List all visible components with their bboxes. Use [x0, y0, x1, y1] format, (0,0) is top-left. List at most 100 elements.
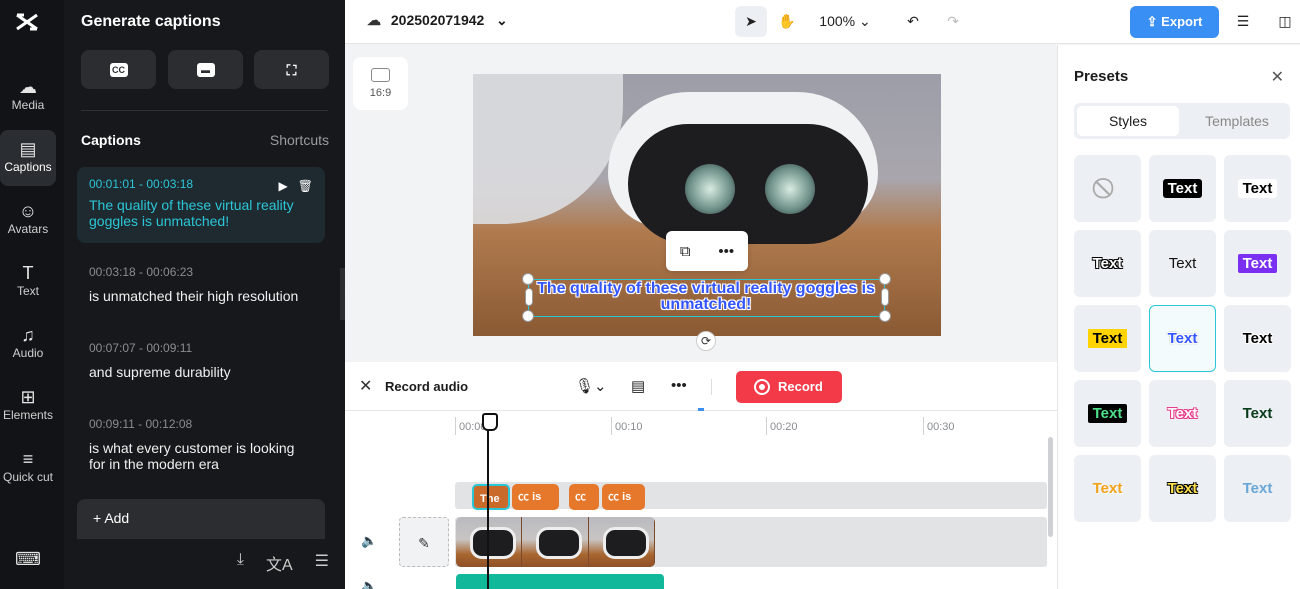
speaker-icon[interactable]: 🔈: [361, 578, 377, 589]
resize-handle[interactable]: [879, 273, 891, 285]
rail-item-text[interactable]: T Text: [0, 262, 56, 320]
timeline[interactable]: 00:00 00:10 00:20 00:30 The ㏄ is ㏄ ㏄ is …: [345, 411, 1057, 589]
tick-mark: [611, 417, 612, 435]
rotate-handle-icon[interactable]: ⟳: [696, 331, 716, 351]
video-clip[interactable]: [456, 517, 655, 567]
close-icon[interactable]: ✕: [359, 376, 372, 396]
shortcuts-link[interactable]: Shortcuts: [270, 132, 329, 148]
caption-item[interactable]: 00:09:11 - 00:12:08 is what every custom…: [77, 407, 325, 482]
style-preset[interactable]: Text: [1224, 155, 1291, 222]
caption-clip[interactable]: ㏄ is: [512, 484, 559, 510]
more-icon[interactable]: •••: [671, 377, 687, 394]
caption-clip[interactable]: The: [472, 484, 510, 510]
caption-item[interactable]: 00:01:01 - 00:03:18 The quality of these…: [77, 167, 325, 243]
layers-button[interactable]: ☰: [1231, 6, 1255, 37]
elements-icon: ⊞: [20, 387, 36, 407]
tab-templates[interactable]: Templates: [1186, 106, 1288, 136]
scrollbar[interactable]: [1048, 437, 1053, 537]
caption-text[interactable]: and supreme durability: [89, 364, 313, 380]
presets-title: Presets: [1074, 68, 1129, 85]
rail-item-elements[interactable]: ⊞ Elements: [0, 386, 56, 444]
caption-text[interactable]: The quality of these virtual reality gog…: [89, 197, 313, 229]
layers-icon: ☰: [1236, 13, 1250, 29]
rail-item-avatars[interactable]: ☺ Avatars: [0, 200, 56, 258]
close-icon[interactable]: ✕: [1271, 67, 1284, 87]
music-icon: ♫: [21, 325, 35, 345]
rail-item-media[interactable]: ☁ Media: [0, 76, 56, 134]
caption-clip[interactable]: ㏄ is: [602, 484, 645, 510]
captions-toggle-icon[interactable]: ▤: [631, 377, 645, 395]
aspect-ratio-label: 16:9: [369, 87, 392, 99]
style-preset[interactable]: Text: [1224, 455, 1291, 522]
style-preset[interactable]: Text: [1224, 305, 1291, 372]
style-preset[interactable]: Text: [1224, 380, 1291, 447]
keyboard-shortcuts-button[interactable]: ⌨: [0, 548, 56, 572]
edit-cover-button[interactable]: ✎: [399, 517, 449, 567]
vr-lens-right: [765, 164, 815, 214]
upload-icon: ⇪: [1146, 14, 1158, 29]
project-title[interactable]: ☁ 202502071942 ⌄: [367, 12, 508, 29]
rail-item-captions[interactable]: ▤ Captions: [0, 130, 56, 186]
rail-item-audio[interactable]: ♫ Audio: [0, 324, 56, 382]
search-list-icon[interactable]: ☰: [315, 551, 329, 575]
resize-handle[interactable]: [525, 288, 533, 306]
caption-item[interactable]: 00:07:07 - 00:09:11 and supreme durabili…: [77, 331, 325, 390]
microphone-icon[interactable]: 🎙⌄: [575, 377, 607, 395]
video-thumbnail: [522, 517, 589, 567]
redo-button[interactable]: ↷: [941, 6, 965, 37]
canvas-area: 16:9 The quality of these virtual realit…: [345, 45, 1057, 362]
tab-styles[interactable]: Styles: [1077, 106, 1179, 136]
resize-handle[interactable]: [879, 310, 891, 322]
zoom-dropdown[interactable]: 100% ⌄: [817, 6, 873, 37]
export-button[interactable]: ⇪ Export: [1130, 6, 1219, 38]
style-preset[interactable]: Text: [1074, 230, 1141, 297]
style-preset[interactable]: Text: [1074, 380, 1141, 447]
style-preset[interactable]: Text: [1224, 230, 1291, 297]
rail-item-quick-cut[interactable]: ≡ Quick cut: [2, 448, 54, 506]
trash-icon[interactable]: 🗑: [298, 179, 313, 193]
play-icon[interactable]: ▶: [279, 179, 288, 193]
tick-mark: [455, 417, 456, 435]
translate-icon[interactable]: 文A: [266, 551, 293, 575]
tick-label: 00:20: [770, 421, 798, 433]
style-preset[interactable]: Text: [1149, 380, 1216, 447]
caption-item[interactable]: 00:03:18 - 00:06:23 is unmatched their h…: [77, 255, 325, 314]
add-caption-button[interactable]: + Add: [77, 499, 325, 539]
vr-lens-left: [685, 164, 735, 214]
style-preset[interactable]: Text: [1074, 305, 1141, 372]
style-preset-sample: Text: [1242, 330, 1273, 347]
aspect-ratio-button[interactable]: 16:9: [353, 57, 408, 110]
style-preset-selected[interactable]: Text: [1149, 305, 1216, 372]
style-preset[interactable]: Text: [1149, 455, 1216, 522]
record-button[interactable]: Record: [736, 371, 842, 403]
toggle-panel-button[interactable]: ◫: [1272, 6, 1298, 37]
caption-text[interactable]: is what every customer is looking for in…: [89, 440, 313, 472]
style-preset[interactable]: Text: [1149, 155, 1216, 222]
speaker-icon[interactable]: 🔈: [361, 533, 377, 549]
duplicate-icon[interactable]: ⧉: [680, 243, 691, 260]
subtitle-icon: ▬: [196, 62, 215, 77]
hand-tool-button[interactable]: ✋: [773, 6, 801, 37]
manual-captions-button[interactable]: ▬: [168, 50, 243, 89]
style-preset-sample: Text: [1092, 255, 1123, 272]
caption-clip[interactable]: ㏄: [569, 484, 599, 510]
resize-handle[interactable]: [522, 273, 534, 285]
undo-button[interactable]: ↶: [901, 6, 925, 37]
playhead[interactable]: [482, 413, 498, 589]
download-icon[interactable]: ⤓: [237, 551, 244, 575]
style-preset[interactable]: Text: [1149, 230, 1216, 297]
caption-text[interactable]: is unmatched their high resolution: [89, 288, 313, 304]
caption-controls: ▶ 🗑: [279, 179, 313, 193]
record-icon: [754, 379, 770, 395]
resize-handle[interactable]: [881, 288, 889, 306]
select-tool-button[interactable]: ➤: [735, 6, 767, 37]
cc-icon: ㏄: [575, 491, 586, 503]
auto-captions-button[interactable]: CC: [81, 50, 156, 89]
add-caption-label: Add: [104, 510, 130, 526]
style-none[interactable]: ⃠: [1074, 155, 1141, 222]
text-icon: T: [22, 263, 34, 283]
resize-handle[interactable]: [522, 310, 534, 322]
style-preset[interactable]: Text: [1074, 455, 1141, 522]
more-icon[interactable]: •••: [718, 243, 734, 260]
scan-captions-button[interactable]: ⛶: [254, 50, 329, 89]
